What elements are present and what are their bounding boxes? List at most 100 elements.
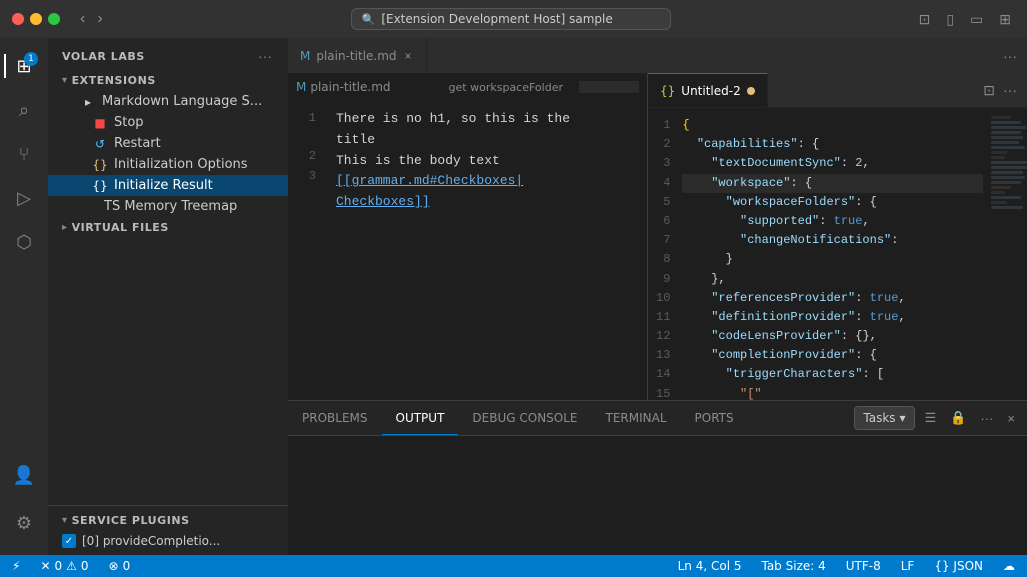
panel-content[interactable] — [288, 436, 1027, 555]
right-tab-actions: ⊡ ··· — [973, 80, 1027, 101]
tab-bar-more-button[interactable]: ··· — [1001, 46, 1019, 66]
settings-icon: ⚙ — [16, 513, 32, 534]
service-plugins-header[interactable]: ▾ Service Plugins — [48, 510, 288, 531]
sidebar-more-button[interactable]: ··· — [256, 46, 274, 66]
right-editor-pane: {} Untitled-2 ⊡ ··· 1 2 3 4 5 — [647, 73, 1027, 400]
json-line-3: "textDocumentSync": 2, — [682, 154, 983, 173]
panel-layout-icon[interactable]: ▭ — [966, 9, 987, 30]
right-tab-more-button[interactable]: ··· — [1001, 80, 1019, 101]
panel-list-icon[interactable]: ☰ — [921, 408, 941, 428]
status-cursor[interactable]: Ln 4, Col 5 — [674, 559, 746, 573]
right-tab-label: Untitled-2 — [681, 84, 740, 98]
status-sync[interactable]: ☁ — [999, 559, 1019, 573]
search-icon: 🔍 — [362, 13, 376, 26]
sidebar-item-init-options-label: Initialization Options — [114, 157, 248, 172]
minimize-button[interactable] — [30, 13, 42, 25]
back-button[interactable]: ‹ — [76, 8, 89, 30]
json-tab-icon: {} — [660, 84, 675, 98]
sidebar-item-init-result[interactable]: {} Initialize Result — [48, 175, 288, 196]
panel-close-button[interactable]: × — [1003, 409, 1019, 428]
source-control-icon: ⑂ — [19, 144, 30, 165]
account-icon: 👤 — [13, 465, 35, 486]
json-line-6: "supported": true, — [682, 212, 983, 231]
sidebar: Volar Labs ··· ▾ Extensions ▸ Markdown L… — [48, 38, 288, 555]
code-line-3: [[grammar.md#Checkboxes| — [336, 171, 639, 192]
status-encoding[interactable]: UTF-8 — [842, 559, 885, 573]
sidebar-item-ts-memory[interactable]: TS Memory Treemap — [48, 196, 288, 217]
activity-extensions2[interactable]: ⬡ — [4, 222, 44, 262]
extensions2-icon: ⬡ — [16, 232, 32, 253]
sidebar-item-init-options[interactable]: {} Initialization Options — [48, 154, 288, 175]
virtual-files-label: Virtual Files — [72, 221, 169, 234]
maximize-button[interactable] — [48, 13, 60, 25]
workspace-folder-text: get workspaceFolder — [449, 81, 563, 94]
status-errors[interactable]: ✕ 0 ⚠ 0 — [36, 559, 92, 573]
panel-tab-terminal[interactable]: TERMINAL — [592, 401, 681, 435]
info-icon: ⊗ — [109, 559, 119, 573]
panel-tab-ports[interactable]: PORTS — [681, 401, 748, 435]
more-layout-icon[interactable]: ⊞ — [995, 9, 1015, 30]
status-info[interactable]: ⊗ 0 — [105, 559, 135, 573]
extensions-badge: 1 — [24, 52, 38, 66]
close-button[interactable] — [12, 13, 24, 25]
right-json-content[interactable]: { "capabilities": { "textDocumentSync": … — [678, 108, 987, 400]
right-tab-bar: {} Untitled-2 ⊡ ··· — [648, 73, 1027, 108]
sidebar-item-restart[interactable]: ↺ Restart — [48, 133, 288, 154]
chevron-down3-icon: ▾ — [900, 411, 906, 425]
sidebar-item-restart-label: Restart — [114, 136, 161, 151]
activity-settings[interactable]: ⚙ — [4, 503, 44, 543]
right-tab-untitled2[interactable]: {} Untitled-2 — [648, 73, 768, 107]
breadcrumb-md-icon: M — [296, 80, 306, 94]
status-tab-size[interactable]: Tab Size: 4 — [757, 559, 829, 573]
status-line-ending[interactable]: LF — [897, 559, 919, 573]
activity-extensions[interactable]: ⊞ 1 — [4, 46, 44, 86]
left-code-content[interactable]: There is no h1, so this is the title Thi… — [328, 101, 647, 400]
activity-account[interactable]: 👤 — [4, 455, 44, 495]
dirty-indicator — [747, 87, 755, 95]
panel-more-button[interactable]: ··· — [976, 409, 997, 428]
split-editor-icon[interactable]: ⊡ — [981, 80, 997, 101]
extensions-section-header[interactable]: ▾ Extensions — [48, 70, 288, 91]
breadcrumb: M plain-title.md — [296, 80, 391, 94]
status-language[interactable]: {} JSON — [930, 559, 987, 573]
title-search-bar[interactable]: 🔍 [Extension Development Host] sample — [351, 8, 671, 30]
activity-search[interactable]: ⌕ — [4, 90, 44, 130]
chevron-right-icon: ▸ — [80, 95, 96, 109]
tab-close-button[interactable]: × — [403, 49, 414, 63]
left-line-numbers: 1 2 3 — [288, 101, 328, 400]
sidebar-title: Volar Labs — [62, 50, 145, 63]
panel-tasks-dropdown[interactable]: Tasks ▾ — [854, 406, 914, 430]
encoding-text: UTF-8 — [846, 559, 881, 573]
error-icon: ✕ — [40, 559, 50, 573]
forward-button[interactable]: › — [93, 8, 106, 30]
status-remote[interactable]: ⚡ — [8, 559, 24, 573]
virtual-files-section-header[interactable]: ▸ Virtual Files — [48, 217, 288, 238]
right-json-editor[interactable]: 1 2 3 4 5 6 7 8 9 10 11 12 13 14 — [648, 108, 1027, 400]
activity-run[interactable]: ▷ — [4, 178, 44, 218]
json-line-4: "workspace": { — [682, 174, 983, 193]
layout-icon[interactable]: ⊡ — [915, 9, 935, 30]
panel-tab-problems[interactable]: PROBLEMS — [288, 401, 382, 435]
tab-plain-title[interactable]: M plain-title.md × — [288, 38, 427, 73]
title-bar-right: ⊡ ▯ ▭ ⊞ — [915, 9, 1015, 30]
left-editor-content[interactable]: 1 2 3 There is no h1, so this is the tit… — [288, 101, 647, 400]
sidebar-header: Volar Labs ··· — [48, 38, 288, 70]
json-icon: {} — [92, 158, 108, 172]
service-plugin-item[interactable]: ✓ [0] provideCompletio... — [48, 531, 288, 551]
panel-lock-icon[interactable]: 🔒 — [946, 408, 970, 428]
panel-tab-output[interactable]: OUTPUT — [382, 401, 459, 435]
minimap — [987, 108, 1027, 400]
activity-source-control[interactable]: ⑂ — [4, 134, 44, 174]
breadcrumb-filename: plain-title.md — [310, 80, 390, 94]
panel-tab-debug-console[interactable]: DEBUG CONSOLE — [458, 401, 591, 435]
warning-count: 0 — [81, 559, 89, 573]
sidebar-item-markdown[interactable]: ▸ Markdown Language S... — [48, 91, 288, 112]
status-bar: ⚡ ✕ 0 ⚠ 0 ⊗ 0 Ln 4, Col 5 Tab Size: 4 UT… — [0, 555, 1027, 577]
sidebar-item-stop[interactable]: ■ Stop — [48, 112, 288, 133]
minimap-content — [987, 108, 1027, 219]
sidebar-toggle-icon[interactable]: ▯ — [942, 9, 958, 30]
json-line-1: { — [682, 116, 983, 135]
code-line-2: This is the body text — [336, 151, 639, 172]
code-line-1b: title — [336, 130, 639, 151]
json-line-2: "capabilities": { — [682, 135, 983, 154]
